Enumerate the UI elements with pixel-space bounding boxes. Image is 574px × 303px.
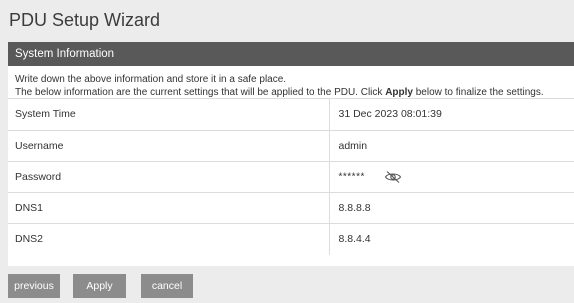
table-row-password: Password ****** [8,161,574,193]
table-row-dns2: DNS2 8.8.4.4 [8,223,574,255]
row-value: 8.8.4.4 [328,223,574,255]
table-row-system-time: System Time 31 Dec 2023 08:01:39 [8,99,574,131]
row-label: Username [8,130,329,162]
notice-line-1: Write down the above information and sto… [15,74,287,85]
password-mask: ****** [338,171,365,182]
notice-line-2-end: below to finalize the settings. [412,87,544,98]
panel-header: System Information [8,42,574,66]
row-label: DNS2 [15,233,44,246]
table-row-dns1: DNS1 8.8.8.8 [8,192,574,224]
previous-button[interactable]: previous [8,274,60,298]
notice-apply-emphasis: Apply [385,87,413,98]
row-label: DNS1 [8,192,329,224]
row-value: admin [328,130,574,162]
row-value-password: ****** [328,161,574,193]
row-label: System Time [8,99,329,131]
row-label: Password [8,161,329,193]
notice-text: Write down the above information and sto… [8,66,574,99]
notice-line-2: The below information are the current se… [15,86,574,99]
notice-line-2-start: The below information are the current se… [15,87,386,98]
apply-button[interactable]: Apply [73,274,126,298]
table-row-username: Username admin [8,130,574,162]
system-information-panel: System Information Write down the above … [8,42,574,266]
eye-slash-icon[interactable] [384,170,402,184]
cancel-button[interactable]: cancel [141,274,193,298]
row-value: 8.8.8.8 [328,192,574,224]
row-value: 31 Dec 2023 08:01:39 [328,99,574,131]
settings-table: System Time 31 Dec 2023 08:01:39 Usernam… [8,99,574,255]
page-title: PDU Setup Wizard [9,10,161,30]
